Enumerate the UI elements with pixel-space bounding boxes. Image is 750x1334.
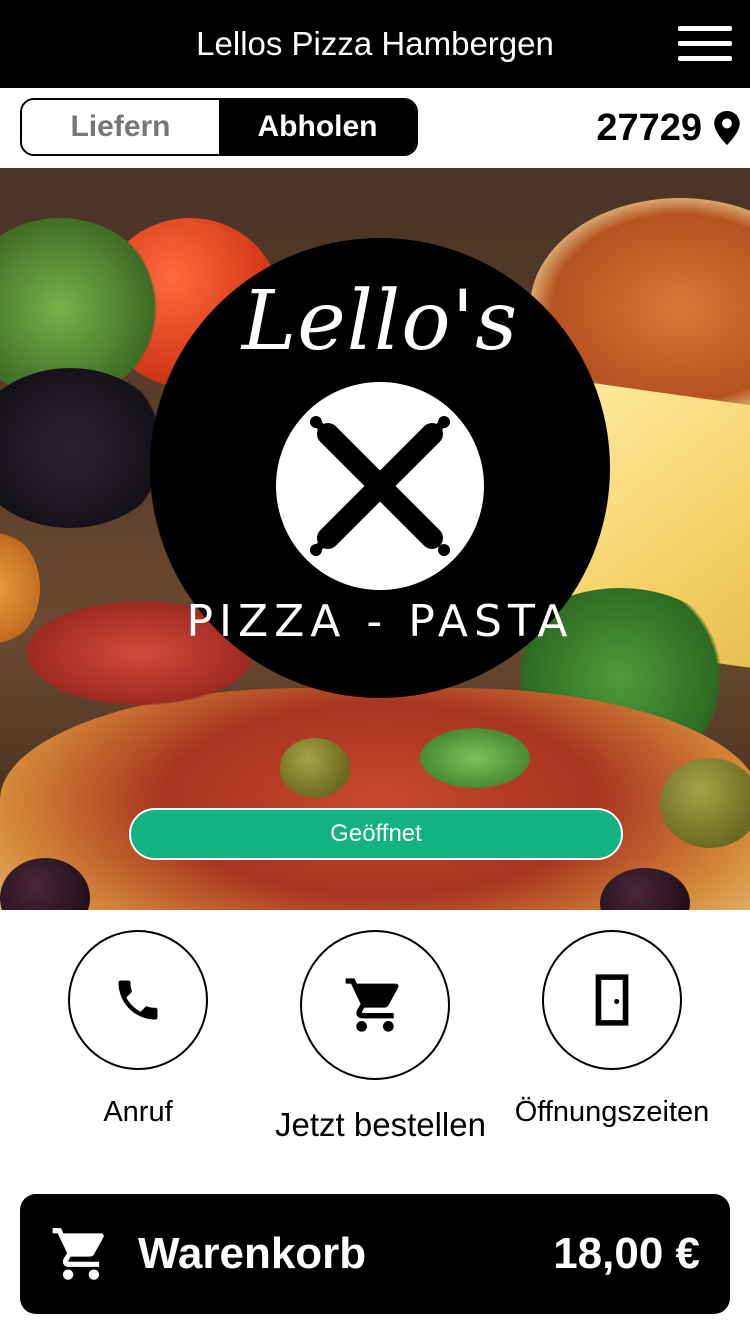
logo-script-text: Lello's <box>241 274 519 369</box>
door-icon <box>595 974 629 1026</box>
opening-hours-action[interactable]: Öffnungszeiten <box>512 930 712 1130</box>
delivery-mode-toggle: Liefern Abholen <box>20 98 418 156</box>
call-button-circle[interactable] <box>68 930 208 1070</box>
hours-button-circle[interactable] <box>542 930 682 1070</box>
cart-label: Warenkorb <box>138 1229 367 1278</box>
cart-total: 18,00 € <box>553 1229 700 1278</box>
cart-icon <box>345 978 399 1032</box>
rolling-pins-icon <box>310 416 450 556</box>
map-pin-icon <box>714 111 740 145</box>
logo-subtitle: PIZZA - PASTA <box>186 596 574 647</box>
order-now-label: Jetzt bestellen <box>275 1106 486 1143</box>
app-header: Lellos Pizza Hambergen <box>0 0 750 88</box>
restaurant-logo: Lello's PIZZA - PASTA <box>150 238 610 698</box>
abholen-option[interactable]: Abholen <box>219 100 416 154</box>
hamburger-menu-icon[interactable] <box>676 24 734 64</box>
cart-icon <box>52 1228 104 1280</box>
opening-hours-label: Öffnungszeiten <box>514 1096 710 1128</box>
call-action[interactable]: Anruf <box>38 930 238 1130</box>
order-now-action[interactable]: Jetzt bestellen <box>275 930 486 1150</box>
location-selector[interactable]: 27729 <box>560 100 740 156</box>
open-status-badge: Geöffnet <box>129 808 623 860</box>
cart-bar[interactable]: Warenkorb 18,00 € <box>20 1194 730 1314</box>
logo-emblem <box>276 382 484 590</box>
order-button-circle[interactable] <box>300 930 450 1080</box>
page-title: Lellos Pizza Hambergen <box>196 25 554 62</box>
call-label: Anruf <box>103 1096 173 1128</box>
phone-icon <box>118 980 158 1020</box>
liefern-option[interactable]: Liefern <box>22 100 219 154</box>
hero-banner: Lello's PIZZA - PASTA Geöffnet <box>0 168 750 910</box>
zip-code: 27729 <box>596 106 702 149</box>
